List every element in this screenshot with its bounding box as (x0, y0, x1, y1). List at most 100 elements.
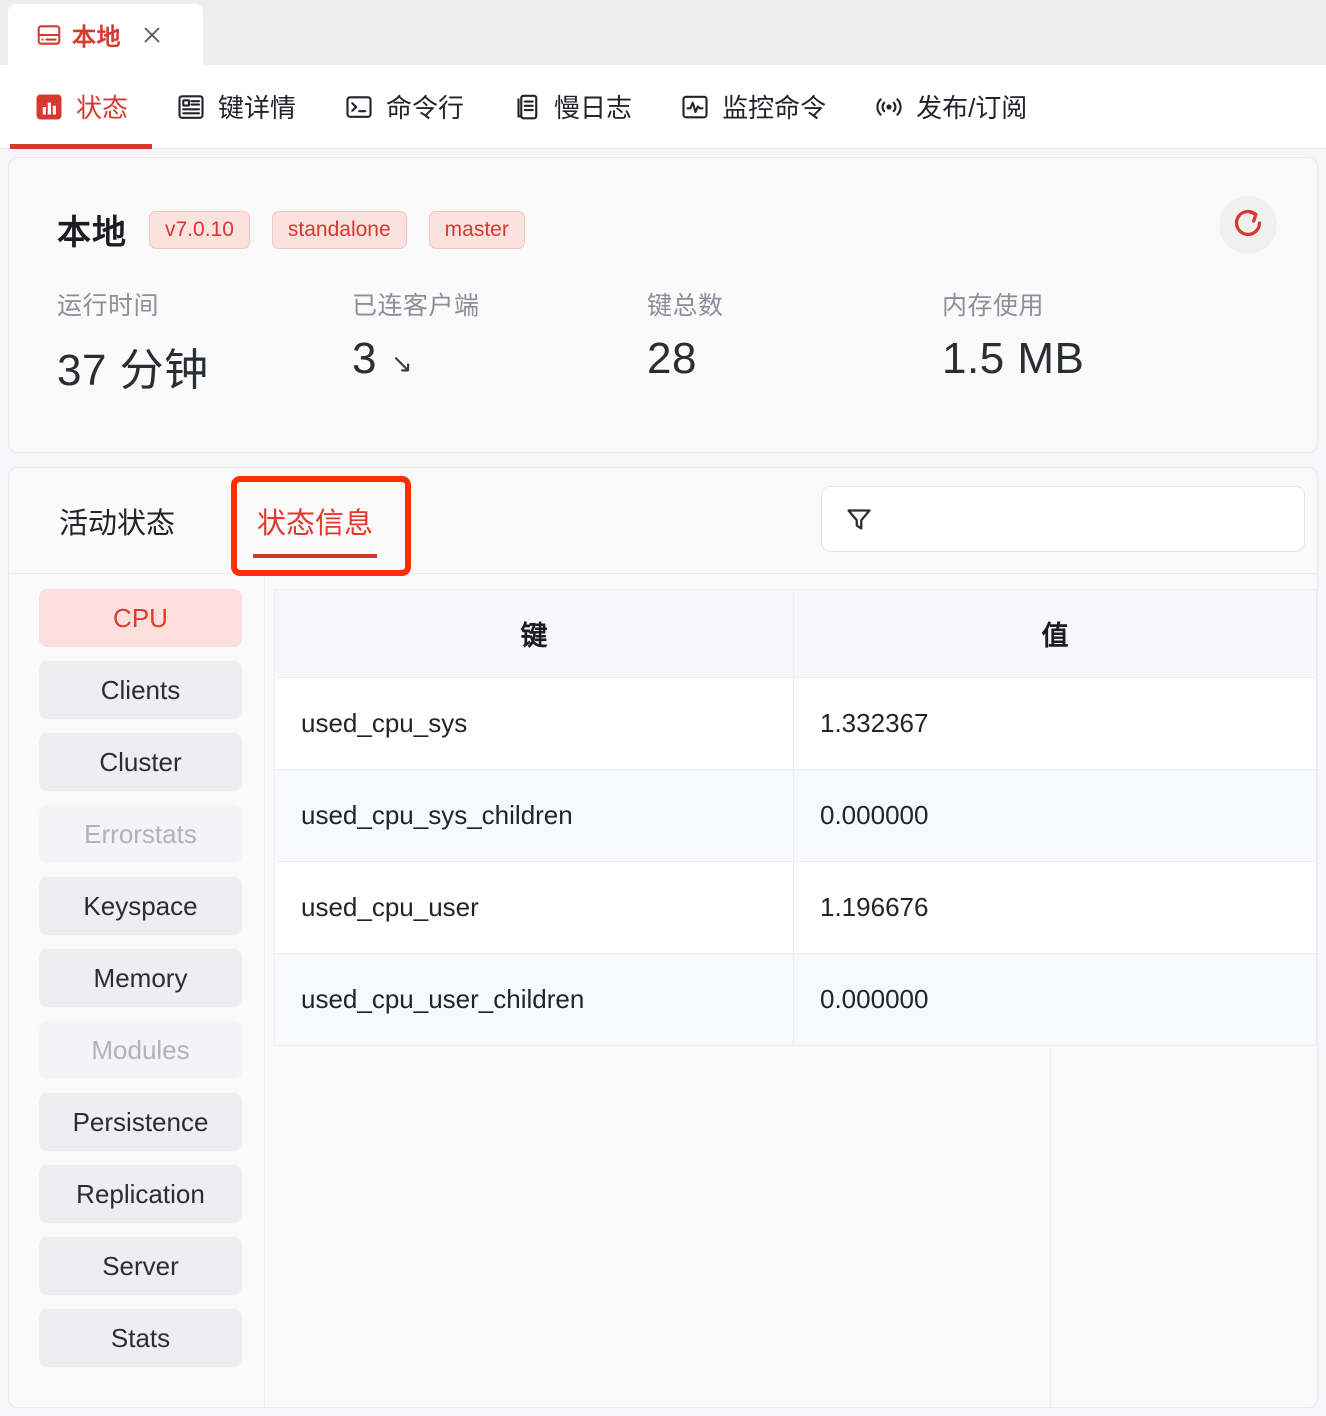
connection-tab-strip: 本地 (0, 0, 1326, 65)
subtab-active-status-label: 活动状态 (59, 507, 176, 540)
stat-connected-clients: 已连客户端 3 ↘ (352, 286, 647, 398)
stat-memory-usage-value-row: 1.5 MB (942, 334, 1237, 384)
section-item-server-label: Server (102, 1250, 179, 1281)
stat-uptime-label: 运行时间 (57, 292, 160, 320)
section-item-stats[interactable]: Stats (39, 1309, 242, 1367)
section-item-cluster[interactable]: Cluster (39, 733, 242, 791)
badge-mode: standalone (271, 210, 407, 249)
database-icon (36, 22, 62, 48)
table-col-value: 值 (793, 589, 1317, 678)
section-item-replication[interactable]: Replication (39, 1165, 242, 1223)
stat-total-keys-value-row: 28 (647, 334, 942, 384)
nav-item-pubsub[interactable]: 发布/订阅 (850, 65, 1051, 149)
stat-uptime-value-row: 37 分钟 (57, 334, 352, 398)
info-table: 键 值 used_cpu_sys 1.332367 used_cpu_sys_c… (274, 589, 1317, 1046)
documents-icon (512, 92, 542, 122)
table-row[interactable]: used_cpu_user 1.196676 (274, 861, 1317, 954)
table-row[interactable]: used_cpu_sys_children 0.000000 (274, 769, 1317, 862)
page-title: 本地 (57, 214, 127, 252)
broadcast-icon (874, 92, 904, 122)
nav-item-cli-label: 命令行 (386, 93, 465, 123)
nav-item-pubsub-label: 发布/订阅 (916, 93, 1028, 123)
close-icon[interactable] (139, 22, 165, 48)
filter-field[interactable] (821, 486, 1305, 552)
section-item-memory-label: Memory (93, 962, 188, 993)
overview-header: 本地 v7.0.10 standalone master (57, 205, 525, 254)
stat-connected-clients-label: 已连客户端 (352, 292, 480, 320)
panel-subtabs: 活动状态 状态信息 (9, 468, 1317, 574)
stat-connected-clients-value-row: 3 ↘ (352, 334, 647, 384)
section-item-clients-label: Clients (100, 674, 181, 705)
table-cell-key: used_cpu_user (274, 861, 794, 954)
stat-memory-usage-value: 1.5 MB (942, 334, 1085, 383)
table-cell-key: used_cpu_sys (274, 677, 794, 770)
info-section-list: CPU Clients Cluster Errorstats Keyspace … (9, 575, 265, 1407)
app-window: 本地 状态 键详情 命令行 慢日志 监控命令 发布/订阅 本地 v7.0.10 … (0, 0, 1326, 1416)
section-item-persistence[interactable]: Persistence (39, 1093, 242, 1151)
trend-down-arrow-icon: ↘ (390, 348, 414, 378)
stat-memory-usage: 内存使用 1.5 MB (942, 286, 1237, 398)
nav-item-slow-log[interactable]: 慢日志 (488, 65, 656, 149)
pulse-icon (680, 92, 710, 122)
stat-total-keys: 键总数 28 (647, 286, 942, 398)
nav-item-status[interactable]: 状态 (10, 65, 153, 149)
table-cell-key: used_cpu_user_children (274, 953, 794, 1046)
section-item-server[interactable]: Server (39, 1237, 242, 1295)
section-item-errorstats-label: Errorstats (84, 818, 197, 849)
stat-total-keys-label: 键总数 (647, 292, 724, 320)
stat-uptime-value: 37 分钟 (57, 346, 209, 395)
table-cell-value: 0.000000 (793, 769, 1317, 862)
filter-input[interactable] (890, 505, 1282, 533)
server-overview-card: 本地 v7.0.10 standalone master 运行时间 37 分钟 … (8, 157, 1318, 453)
stat-total-keys-value: 28 (647, 334, 697, 383)
stat-uptime: 运行时间 37 分钟 (57, 286, 352, 398)
info-table-wrap: 键 值 used_cpu_sys 1.332367 used_cpu_sys_c… (266, 575, 1317, 1407)
section-item-clients[interactable]: Clients (39, 661, 242, 719)
table-column-divider-extension (1050, 1045, 1051, 1407)
subtab-active-status[interactable]: 活动状态 (27, 468, 207, 574)
table-col-key: 键 (274, 589, 794, 678)
nav-item-monitor[interactable]: 监控命令 (656, 65, 850, 149)
section-item-cpu[interactable]: CPU (39, 589, 242, 647)
article-icon (176, 92, 206, 122)
overview-stats: 运行时间 37 分钟 已连客户端 3 ↘ 键总数 28 内存使用 1.5 MB (57, 286, 1237, 398)
badge-role: master (428, 210, 525, 249)
section-item-persistence-label: Persistence (72, 1106, 209, 1137)
section-item-modules-label: Modules (91, 1034, 190, 1065)
bar-chart-icon (34, 92, 64, 122)
stat-connected-clients-value: 3 (352, 334, 377, 383)
refresh-button[interactable] (1219, 196, 1277, 254)
section-item-memory[interactable]: Memory (39, 949, 242, 1007)
connection-tab-label: 本地 (72, 24, 121, 51)
badge-version: v7.0.10 (149, 210, 250, 249)
table-header-row: 键 值 (274, 589, 1317, 678)
stat-memory-usage-label: 内存使用 (942, 292, 1045, 320)
main-nav: 状态 键详情 命令行 慢日志 监控命令 发布/订阅 (0, 65, 1326, 149)
nav-item-status-label: 状态 (76, 93, 129, 123)
section-item-replication-label: Replication (76, 1178, 205, 1209)
table-cell-value: 1.196676 (793, 861, 1317, 954)
section-item-cpu-label: CPU (113, 602, 168, 633)
nav-item-cli[interactable]: 命令行 (320, 65, 488, 149)
table-row[interactable]: used_cpu_user_children 0.000000 (274, 953, 1317, 1046)
status-info-panel: 活动状态 状态信息 CPU Clients Cluster Errorstats… (8, 467, 1318, 1408)
connection-tab-local[interactable]: 本地 (8, 4, 203, 65)
nav-item-key-details-label: 键详情 (218, 93, 297, 123)
table-cell-value: 0.000000 (793, 953, 1317, 1046)
section-item-keyspace[interactable]: Keyspace (39, 877, 242, 935)
section-item-stats-label: Stats (110, 1322, 171, 1353)
terminal-icon (344, 92, 374, 122)
nav-item-key-details[interactable]: 键详情 (152, 65, 320, 149)
refresh-icon (1231, 206, 1265, 245)
section-item-cluster-label: Cluster (99, 746, 182, 777)
section-item-keyspace-label: Keyspace (83, 890, 198, 921)
table-cell-value: 1.332367 (793, 677, 1317, 770)
filter-icon (844, 504, 874, 534)
section-item-modules: Modules (39, 1021, 242, 1079)
subtab-status-info[interactable]: 状态信息 (225, 468, 405, 574)
table-row[interactable]: used_cpu_sys 1.332367 (274, 677, 1317, 770)
section-item-errorstats: Errorstats (39, 805, 242, 863)
nav-item-slow-log-label: 慢日志 (554, 93, 633, 123)
nav-item-monitor-label: 监控命令 (722, 93, 827, 123)
subtab-status-info-label: 状态信息 (257, 507, 374, 540)
